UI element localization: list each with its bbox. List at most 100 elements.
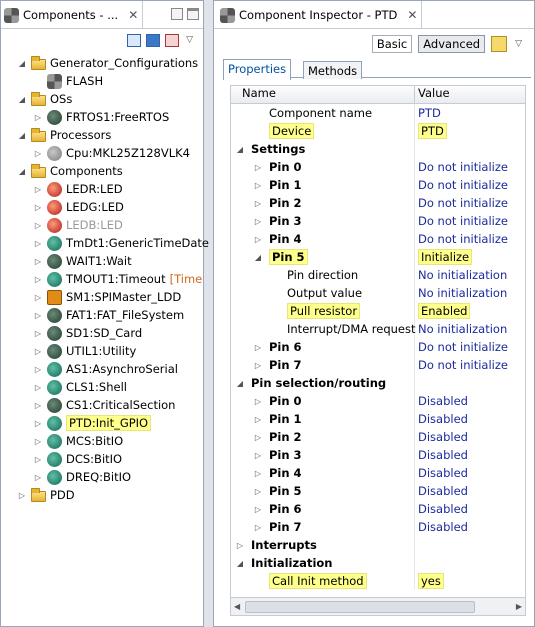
property-value-cell[interactable]: Do not initialize <box>415 212 525 230</box>
collapsed-twisty-icon[interactable]: ▷ <box>253 469 263 478</box>
collapsed-twisty-icon[interactable]: ▷ <box>253 217 263 226</box>
property-value-cell[interactable]: Disabled <box>415 482 525 500</box>
advanced-mode-button[interactable]: Advanced <box>418 35 486 53</box>
property-value-cell[interactable]: Do not initialize <box>415 230 525 248</box>
collapsed-twisty-icon[interactable]: ▷ <box>33 293 43 302</box>
expanded-twisty-icon[interactable]: ◢ <box>17 167 27 176</box>
table-row[interactable]: ▷ Pin 5 Disabled <box>231 482 525 500</box>
tree-item[interactable]: ▷ CS1:CriticalSection <box>1 396 203 414</box>
column-value-header[interactable]: Value <box>415 86 525 103</box>
tree-item[interactable]: FLASH <box>1 72 203 90</box>
scroll-left-icon[interactable]: ◀ <box>234 602 240 611</box>
table-row[interactable]: Interrupt/DMA request No initialization <box>231 320 525 338</box>
tree-item[interactable]: ◢ Processors <box>1 126 203 144</box>
tree-item[interactable]: ▷ LEDG:LED <box>1 198 203 216</box>
collapsed-twisty-icon[interactable]: ▷ <box>33 149 43 158</box>
tab-properties[interactable]: Properties <box>223 59 292 80</box>
inspector-tab[interactable]: Component Inspector - PTD ✕ <box>217 1 423 28</box>
table-row[interactable]: Call Init method yes <box>231 572 525 590</box>
open-folder-icon[interactable] <box>146 33 161 47</box>
close-icon[interactable]: ✕ <box>407 8 417 22</box>
scroll-right-icon[interactable]: ▶ <box>516 602 522 611</box>
expanded-twisty-icon[interactable]: ◢ <box>235 379 245 388</box>
property-value-cell[interactable]: yes <box>415 572 525 590</box>
property-value-cell[interactable]: Disabled <box>415 392 525 410</box>
property-value-cell[interactable]: Disabled <box>415 446 525 464</box>
table-row[interactable]: ◢ Settings <box>231 140 525 158</box>
property-value-cell[interactable]: Initialize <box>415 248 525 266</box>
collapsed-twisty-icon[interactable]: ▷ <box>253 235 263 244</box>
table-row[interactable]: ▷ Pin 3 Do not initialize <box>231 212 525 230</box>
expanded-twisty-icon[interactable]: ◢ <box>17 131 27 140</box>
maximize-icon[interactable] <box>187 8 199 20</box>
table-row[interactable]: ▷ Pin 2 Disabled <box>231 428 525 446</box>
table-row[interactable]: Device PTD <box>231 122 525 140</box>
collapsed-twisty-icon[interactable]: ▷ <box>33 185 43 194</box>
collapsed-twisty-icon[interactable]: ▷ <box>33 311 43 320</box>
view-menu-icon[interactable]: ▽ <box>186 35 193 45</box>
tree-item[interactable]: ▷ TmDt1:GenericTimeDate <box>1 234 209 252</box>
tree-item[interactable]: ▷ FAT1:FAT_FileSystem <box>1 306 203 324</box>
tree-item[interactable]: ▷ SM1:SPIMaster_LDD <box>1 288 203 306</box>
expanded-twisty-icon[interactable]: ◢ <box>17 95 27 104</box>
close-icon[interactable]: ✕ <box>128 8 138 22</box>
property-value-cell[interactable]: PTD <box>415 104 525 122</box>
property-value-cell[interactable]: No initialization <box>415 320 525 338</box>
expanded-twisty-icon[interactable]: ◢ <box>17 59 27 68</box>
expanded-twisty-icon[interactable]: ◢ <box>235 559 245 568</box>
tree-item[interactable]: ▷ SD1:SD_Card <box>1 324 203 342</box>
tree-item[interactable]: ◢ OSs <box>1 90 203 108</box>
collapsed-twisty-icon[interactable]: ▷ <box>33 257 43 266</box>
table-row[interactable]: Pull resistor Enabled <box>231 302 525 320</box>
collapsed-twisty-icon[interactable]: ▷ <box>253 451 263 460</box>
property-value-cell[interactable]: PTD <box>415 122 525 140</box>
table-row[interactable]: ▷ Pin 4 Disabled <box>231 464 525 482</box>
property-value-cell[interactable]: Enabled <box>415 302 525 320</box>
collapsed-twisty-icon[interactable]: ▷ <box>253 163 263 172</box>
components-tab[interactable]: Components - ... ✕ <box>1 1 144 28</box>
table-row[interactable]: ▷ Pin 2 Do not initialize <box>231 194 525 212</box>
tree-item[interactable]: ▷ MCS:BitIO <box>1 432 203 450</box>
property-value-cell[interactable]: Disabled <box>415 464 525 482</box>
property-value-cell[interactable]: Disabled <box>415 500 525 518</box>
tab-methods[interactable]: Methods <box>303 61 363 79</box>
tree-item[interactable]: ▷ DCS:BitIO <box>1 450 203 468</box>
table-row[interactable]: ▷ Pin 6 Disabled <box>231 500 525 518</box>
collapsed-twisty-icon[interactable]: ▷ <box>33 203 43 212</box>
table-row[interactable]: ▷ Pin 6 Do not initialize <box>231 338 525 356</box>
collapsed-twisty-icon[interactable]: ▷ <box>253 433 263 442</box>
table-row[interactable]: ◢ Pin selection/routing <box>231 374 525 392</box>
table-row[interactable]: ▷ Pin 7 Disabled <box>231 518 525 536</box>
collapsed-twisty-icon[interactable]: ▷ <box>33 221 43 230</box>
table-row[interactable]: ▷ Pin 1 Disabled <box>231 410 525 428</box>
property-value-cell[interactable]: Disabled <box>415 518 525 536</box>
tree-item[interactable]: ◢ Components <box>1 162 203 180</box>
tree-item[interactable]: ▷ AS1:AsynchroSerial <box>1 360 203 378</box>
collapsed-twisty-icon[interactable]: ▷ <box>33 347 43 356</box>
table-row[interactable]: ▷ Pin 0 Disabled <box>231 392 525 410</box>
collapsed-twisty-icon[interactable]: ▷ <box>253 487 263 496</box>
expanded-twisty-icon[interactable]: ◢ <box>253 253 263 262</box>
table-row[interactable]: Component name PTD <box>231 104 525 122</box>
collapsed-twisty-icon[interactable]: ▷ <box>33 401 43 410</box>
table-row[interactable]: ▷ Pin 4 Do not initialize <box>231 230 525 248</box>
collapsed-twisty-icon[interactable]: ▷ <box>33 383 43 392</box>
collapsed-twisty-icon[interactable]: ▷ <box>235 541 245 550</box>
property-value-cell[interactable]: Do not initialize <box>415 338 525 356</box>
collapsed-twisty-icon[interactable]: ▷ <box>33 419 43 428</box>
collapsed-twisty-icon[interactable]: ▷ <box>33 113 43 122</box>
view-menu-icon[interactable]: ▽ <box>515 39 522 49</box>
tree-item[interactable]: ▷ FRTOS1:FreeRTOS <box>1 108 203 126</box>
table-row[interactable]: ▷ Pin 7 Do not initialize <box>231 356 525 374</box>
note-icon[interactable] <box>491 36 508 52</box>
collapsed-twisty-icon[interactable]: ▷ <box>253 181 263 190</box>
property-value-cell[interactable]: Disabled <box>415 410 525 428</box>
collapsed-twisty-icon[interactable]: ▷ <box>33 365 43 374</box>
collapsed-twisty-icon[interactable]: ▷ <box>33 239 43 248</box>
collapsed-twisty-icon[interactable]: ▷ <box>253 199 263 208</box>
table-row[interactable]: ◢ Pin 5 Initialize <box>231 248 525 266</box>
table-row[interactable]: ▷ Pin 1 Do not initialize <box>231 176 525 194</box>
horizontal-scrollbar[interactable]: ◀ ▶ <box>231 597 525 615</box>
basic-mode-button[interactable]: Basic <box>371 35 413 53</box>
scrollbar-thumb[interactable] <box>245 601 475 613</box>
